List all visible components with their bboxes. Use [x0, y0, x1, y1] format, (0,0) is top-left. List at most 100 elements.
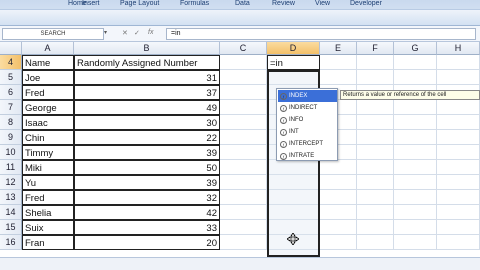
- cell[interactable]: [357, 220, 394, 235]
- cell[interactable]: [394, 55, 437, 70]
- cell[interactable]: [320, 175, 357, 190]
- name-cell[interactable]: Isaac: [22, 115, 74, 130]
- cell[interactable]: [437, 100, 480, 115]
- name-cell[interactable]: Joe: [22, 70, 74, 85]
- number-cell[interactable]: 22: [74, 130, 220, 145]
- cell[interactable]: [437, 205, 480, 220]
- cell[interactable]: [357, 115, 394, 130]
- cell[interactable]: [220, 85, 267, 100]
- number-cell[interactable]: 33: [74, 220, 220, 235]
- cell[interactable]: [394, 205, 437, 220]
- select-all-corner[interactable]: [0, 42, 22, 55]
- cell[interactable]: [357, 235, 394, 250]
- row-header[interactable]: 5: [0, 70, 22, 85]
- cell[interactable]: [357, 55, 394, 70]
- row-header[interactable]: 13: [0, 190, 22, 205]
- cell[interactable]: [437, 175, 480, 190]
- insert-function-icon[interactable]: fx: [148, 29, 153, 36]
- number-cell[interactable]: 30: [74, 115, 220, 130]
- cell[interactable]: [437, 235, 480, 250]
- name-cell[interactable]: Miki: [22, 160, 74, 175]
- cell[interactable]: [394, 115, 437, 130]
- cell[interactable]: [437, 115, 480, 130]
- cell[interactable]: [357, 190, 394, 205]
- column-header-d[interactable]: D: [267, 42, 320, 55]
- name-box[interactable]: SEARCH: [2, 28, 104, 40]
- name-cell[interactable]: Timmy: [22, 145, 74, 160]
- cell[interactable]: [437, 130, 480, 145]
- function-autocomplete-list[interactable]: ƒ INDEX ƒ INDIRECT ƒ INFO ƒ INT ƒ INTERCEPT ƒ INTRA…: [276, 88, 338, 161]
- cell[interactable]: [320, 160, 357, 175]
- cell[interactable]: [220, 55, 267, 70]
- tab-view[interactable]: View: [315, 0, 330, 8]
- formula-input[interactable]: =in: [166, 28, 476, 40]
- cell[interactable]: [357, 70, 394, 85]
- tab-review[interactable]: Review: [272, 0, 295, 8]
- column-header-b[interactable]: B: [74, 42, 220, 55]
- cell[interactable]: [394, 70, 437, 85]
- cell[interactable]: [437, 145, 480, 160]
- cell[interactable]: [394, 130, 437, 145]
- number-cell[interactable]: 31: [74, 70, 220, 85]
- name-cell[interactable]: Fred: [22, 85, 74, 100]
- number-cell[interactable]: 42: [74, 205, 220, 220]
- number-cell[interactable]: 39: [74, 175, 220, 190]
- number-cell[interactable]: 39: [74, 145, 220, 160]
- cell[interactable]: [320, 220, 357, 235]
- row-header[interactable]: 16: [0, 235, 22, 250]
- number-cell[interactable]: 50: [74, 160, 220, 175]
- row-header[interactable]: 15: [0, 220, 22, 235]
- cell[interactable]: [320, 205, 357, 220]
- cell[interactable]: [357, 100, 394, 115]
- cell[interactable]: [394, 145, 437, 160]
- cell[interactable]: [220, 235, 267, 250]
- row-header[interactable]: 6: [0, 85, 22, 100]
- cell[interactable]: [394, 235, 437, 250]
- cell[interactable]: [357, 160, 394, 175]
- cancel-icon[interactable]: ✕: [122, 29, 128, 37]
- cell[interactable]: [437, 55, 480, 70]
- cell[interactable]: [394, 220, 437, 235]
- row-header[interactable]: 14: [0, 205, 22, 220]
- name-cell[interactable]: Chin: [22, 130, 74, 145]
- autocomplete-item[interactable]: ƒ INDIRECT: [278, 102, 337, 114]
- autocomplete-item[interactable]: ƒ INT: [278, 126, 337, 138]
- cell[interactable]: [437, 160, 480, 175]
- cell[interactable]: [220, 175, 267, 190]
- row-header[interactable]: 7: [0, 100, 22, 115]
- row-header[interactable]: 4: [0, 55, 22, 70]
- cell[interactable]: [220, 100, 267, 115]
- cell[interactable]: [437, 70, 480, 85]
- number-cell[interactable]: 32: [74, 190, 220, 205]
- tab-developer[interactable]: Developer: [350, 0, 382, 8]
- column-header-c[interactable]: C: [220, 42, 267, 55]
- tab-insert[interactable]: Insert: [82, 0, 100, 8]
- cell[interactable]: [437, 220, 480, 235]
- column-header-g[interactable]: G: [394, 42, 437, 55]
- column-header-h[interactable]: H: [437, 42, 480, 55]
- value-header-cell[interactable]: Randomly Assigned Number: [74, 55, 220, 70]
- cell[interactable]: [220, 220, 267, 235]
- name-cell[interactable]: George: [22, 100, 74, 115]
- row-header[interactable]: 12: [0, 175, 22, 190]
- cell[interactable]: [220, 130, 267, 145]
- row-header[interactable]: 8: [0, 115, 22, 130]
- name-cell[interactable]: Fred: [22, 190, 74, 205]
- cell[interactable]: [220, 115, 267, 130]
- cell[interactable]: [320, 70, 357, 85]
- cell[interactable]: [357, 130, 394, 145]
- autocomplete-item[interactable]: ƒ INTERCEPT: [278, 138, 337, 150]
- cell[interactable]: [320, 235, 357, 250]
- cell[interactable]: [394, 100, 437, 115]
- cell[interactable]: [220, 160, 267, 175]
- name-box-dropdown-icon[interactable]: ▾: [104, 29, 107, 36]
- name-cell[interactable]: Fran: [22, 235, 74, 250]
- cell[interactable]: [220, 190, 267, 205]
- column-header-f[interactable]: F: [357, 42, 394, 55]
- column-header-a[interactable]: A: [22, 42, 74, 55]
- cell[interactable]: [220, 145, 267, 160]
- cell[interactable]: [220, 70, 267, 85]
- tab-page-layout[interactable]: Page Layout: [120, 0, 159, 8]
- number-cell[interactable]: 37: [74, 85, 220, 100]
- cell[interactable]: [394, 175, 437, 190]
